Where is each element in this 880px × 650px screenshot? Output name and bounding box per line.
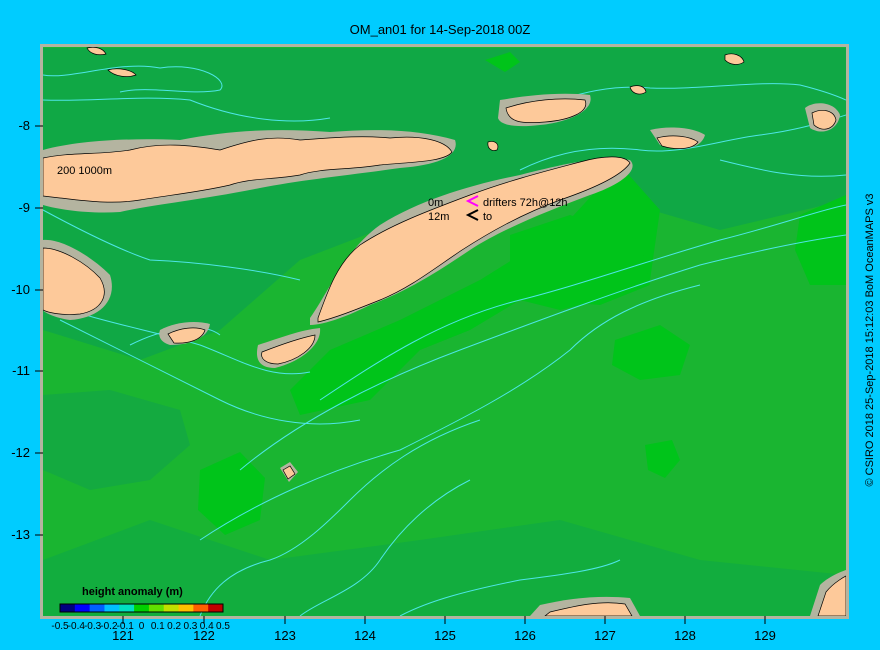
- lat-tick-label: -9: [18, 200, 30, 215]
- colorbar-tick-label: -0.4: [68, 621, 86, 632]
- colorbar-swatch: [89, 604, 105, 612]
- map-figure: OM_an01 for 14-Sep-2018 00Z -8 -9 -10 -1…: [0, 0, 880, 650]
- drifter-depth-top: 0m: [428, 197, 443, 209]
- drifter-depth-bottom: 12m: [428, 211, 449, 223]
- lon-tick-label: 125: [434, 628, 456, 643]
- lat-tick-label: -13: [11, 527, 30, 542]
- colorbar-swatch: [193, 604, 209, 612]
- lat-axis: -8 -9 -10 -11 -12 -13: [11, 118, 30, 542]
- drifter-label-bottom: to: [483, 211, 492, 223]
- colorbar-tick-label: 0.3: [183, 621, 197, 632]
- map-canvas: -8 -9 -10 -11 -12 -13 121 122 123 124 12…: [11, 44, 849, 643]
- depth-contour-legend: 200 1000m: [57, 165, 112, 177]
- colorbar-swatch: [134, 604, 150, 612]
- colorbar-swatch: [208, 604, 224, 612]
- colorbar-tick-labels: -0.5 -0.4 -0.3 -0.2 -0.1 0 0.1 0.2 0.3 0.4 0.5: [51, 621, 230, 632]
- colorbar-swatch: [178, 604, 194, 612]
- colorbar-tick-label: -0.2: [100, 621, 118, 632]
- lon-tick-label: 127: [594, 628, 616, 643]
- colorbar-swatches: [59, 603, 224, 613]
- colorbar-swatch: [119, 604, 135, 612]
- lon-tick-label: 124: [354, 628, 376, 643]
- colorbar-tick-label: 0.4: [200, 621, 214, 632]
- lon-tick-label: 128: [674, 628, 696, 643]
- lat-tick-label: -11: [12, 363, 30, 378]
- colorbar-swatch: [104, 604, 120, 612]
- colorbar-tick-label: 0: [139, 621, 145, 632]
- colorbar-title: height anomaly (m): [82, 586, 183, 598]
- lon-tick-label: 129: [754, 628, 776, 643]
- colorbar-tick-label: -0.1: [117, 621, 135, 632]
- colorbar-swatch: [163, 604, 180, 612]
- copyright-credit: © CSIRO 2018 25-Sep-2018 15:12:03 BoM Oc…: [864, 193, 876, 487]
- lat-tick-label: -8: [18, 118, 30, 133]
- colorbar-tick-label: 0.5: [216, 621, 230, 632]
- lon-tick-label: 123: [274, 628, 296, 643]
- drifter-label-top: drifters 72h@12h: [483, 197, 568, 209]
- island-babar: [811, 110, 837, 130]
- lon-tick-label: 126: [514, 628, 536, 643]
- lat-tick-label: -10: [11, 282, 30, 297]
- colorbar-swatch: [148, 604, 165, 612]
- colorbar-tick-label: 0.2: [167, 621, 181, 632]
- colorbar-tick-label: -0.3: [84, 621, 102, 632]
- colorbar-swatch: [60, 604, 76, 612]
- colorbar-swatch: [74, 604, 91, 612]
- colorbar-tick-label: -0.5: [51, 621, 69, 632]
- colorbar-tick-label: 0.1: [151, 621, 165, 632]
- lat-tick-label: -12: [11, 445, 30, 460]
